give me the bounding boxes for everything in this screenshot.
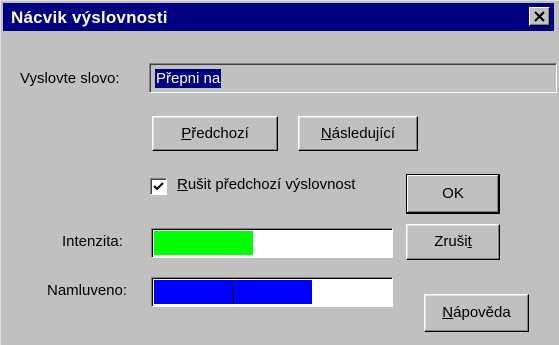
dialog-title: Nácvik výslovnosti: [11, 8, 168, 27]
previous-label: Předchozí: [181, 125, 249, 142]
intensity-meter: [151, 228, 393, 258]
cancel-button[interactable]: Zrušit: [406, 224, 500, 260]
next-label: Následující: [320, 125, 396, 142]
discard-checkbox-label[interactable]: Rušit předchozí výslovnost: [177, 176, 355, 193]
cancel-label: Zrušit: [434, 233, 472, 250]
pronunciation-dialog: Nácvik výslovnosti Vyslovte slovo: Přepn…: [0, 0, 559, 345]
recorded-label: Namluveno:: [47, 282, 128, 299]
word-field[interactable]: Přepni na: [149, 63, 557, 93]
next-button[interactable]: Následující: [298, 116, 418, 151]
checkmark-icon: [153, 182, 164, 191]
word-value: Přepni na: [155, 69, 222, 88]
intensity-label: Intenzita:: [62, 233, 123, 250]
intensity-fill: [154, 231, 253, 255]
word-label: Vyslovte slovo:: [20, 70, 120, 87]
recorded-segment-divider: [233, 280, 234, 304]
close-button[interactable]: [529, 7, 550, 26]
title-bar[interactable]: Nácvik výslovnosti: [3, 3, 554, 31]
help-label: Nápověda: [442, 304, 511, 321]
recorded-meter: [151, 277, 393, 307]
close-icon: [534, 11, 545, 22]
discard-checkbox[interactable]: [150, 178, 167, 195]
help-button[interactable]: Nápověda: [424, 294, 529, 332]
previous-button[interactable]: Předchozí: [152, 116, 278, 151]
ok-button[interactable]: OK: [406, 174, 500, 214]
